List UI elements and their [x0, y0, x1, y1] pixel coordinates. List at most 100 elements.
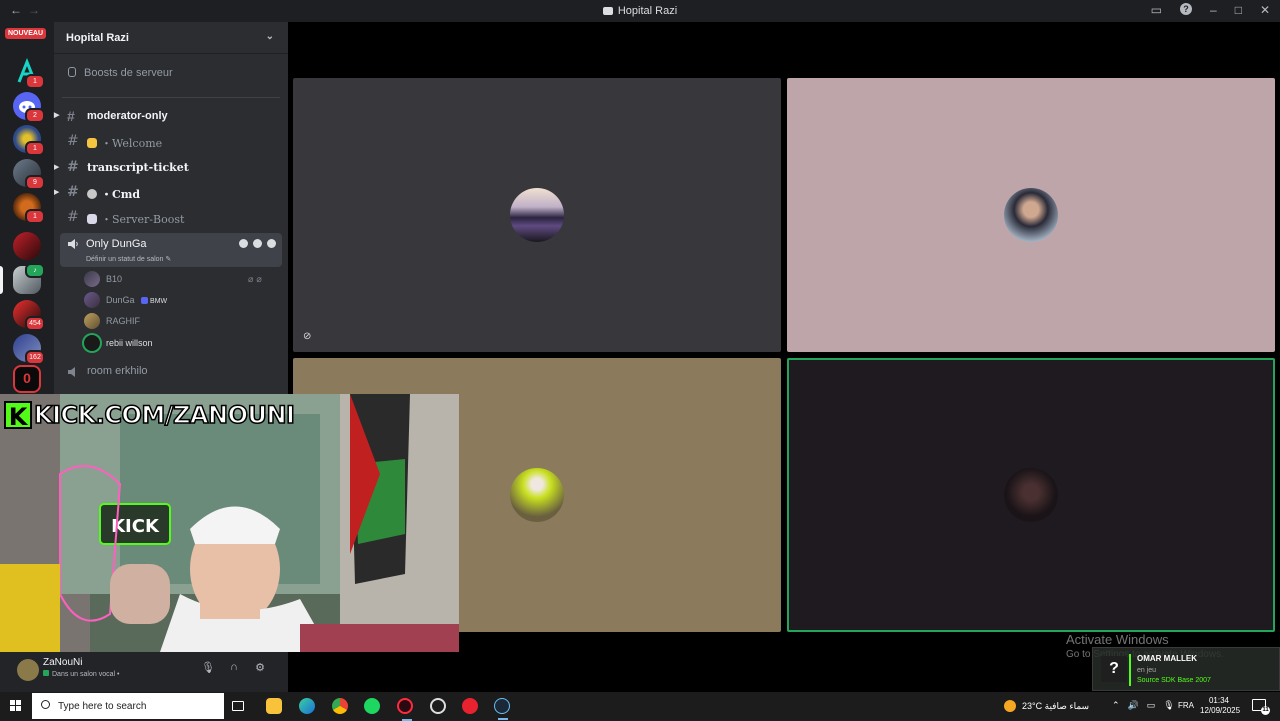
participant-tile[interactable]: ⊘	[293, 78, 781, 352]
hash-icon: #	[67, 108, 75, 124]
pencil-icon: ✎	[165, 256, 172, 263]
headphones-icon[interactable]: ∩	[228, 661, 240, 673]
wave-emoji-icon	[87, 138, 97, 148]
hash-icon: #	[67, 184, 79, 200]
rocket-emoji-icon	[87, 214, 97, 224]
divider	[62, 97, 280, 98]
network-icon[interactable]: ▭	[1147, 700, 1156, 711]
windows-start-icon[interactable]	[10, 700, 22, 712]
close-button[interactable]: ✕	[1260, 3, 1270, 17]
notification-center-icon[interactable]: 11	[1252, 699, 1270, 715]
game-activity-toast[interactable]: ? OMAR MALLEK en jeu Source SDK Base 200…	[1092, 647, 1280, 691]
task-view-icon[interactable]	[232, 701, 244, 711]
webcam-image: KICK	[0, 394, 459, 652]
unknown-game-icon: ?	[1101, 656, 1127, 682]
signal-icon	[43, 670, 49, 676]
server-icon-4[interactable]: 1	[13, 125, 45, 156]
participant-tile[interactable]	[787, 358, 1275, 632]
svg-text:KICK: KICK	[111, 516, 160, 537]
red-app-icon[interactable]	[462, 698, 478, 714]
server-icon-discord[interactable]: 2	[13, 92, 45, 123]
channel-server-boost[interactable]: # ・Server-Boost	[60, 207, 282, 229]
camera-off-icon: ⊘	[303, 331, 312, 342]
server-icon-7[interactable]	[13, 232, 41, 260]
mic-icon[interactable]: 🎙	[1163, 700, 1174, 711]
volume-icon[interactable]: 🔊	[1128, 700, 1139, 711]
inbox-icon[interactable]: ▭	[1151, 3, 1162, 17]
server-icon-a[interactable]: 1	[13, 57, 45, 89]
steam-icon[interactable]	[494, 698, 510, 720]
file-explorer-icon[interactable]	[266, 698, 282, 714]
webcam-overlay: KICK K KICK.COM/ZANOUNI	[0, 394, 459, 652]
status-bar	[1129, 654, 1131, 686]
user-voice-status: Dans un salon vocal •	[43, 670, 119, 678]
kick-url: KICK.COM/ZANOUNI	[33, 400, 295, 430]
bmw-icon	[141, 297, 149, 304]
voice-member[interactable]: RAGHIF	[84, 312, 140, 332]
taskbar-search[interactable]: Type here to search	[32, 693, 224, 719]
new-badge: NOUVEAU	[5, 28, 47, 39]
voice-channel-only-dunga[interactable]: Only DunGa Définir un statut de salon ✎	[60, 233, 282, 267]
voice-member[interactable]: rebii willson	[84, 334, 153, 354]
system-tray: ⌃ 🔊 ▭ 🎙	[1112, 700, 1175, 711]
hash-icon: #	[67, 159, 79, 175]
chevron-down-icon: ⌄	[265, 31, 274, 42]
minimize-button[interactable]: –	[1210, 3, 1217, 17]
kick-banner: K KICK.COM/ZANOUNI	[4, 400, 296, 431]
clock[interactable]: 01:34 12/09/2025	[1200, 696, 1240, 716]
window-title: Hopital Razi	[0, 5, 1280, 17]
title-bar: ← → Hopital Razi ▭ ? – □ ✕	[0, 0, 1280, 22]
invite-icon[interactable]	[253, 239, 262, 248]
avatar	[510, 468, 564, 522]
expand-arrow-icon: ▶	[54, 162, 60, 171]
muted-deafened-icon: ⌀⌀	[248, 274, 265, 284]
clan-tag: BMW	[141, 297, 167, 305]
microphone-icon[interactable]: 🎙	[201, 661, 215, 674]
server-icon-5[interactable]: 9	[13, 159, 45, 190]
maximize-button[interactable]: □	[1235, 3, 1242, 17]
channel-transcript-ticket[interactable]: ▶ # transcript-ticket	[54, 157, 282, 179]
hash-icon: #	[67, 209, 79, 225]
avatar	[510, 188, 564, 242]
edge-icon[interactable]	[299, 698, 315, 714]
chat-icon[interactable]	[239, 239, 248, 248]
server-icon-11[interactable]: 0	[13, 365, 41, 393]
user-avatar[interactable]	[17, 659, 39, 681]
voice-channel-room-erkhilo[interactable]: room erkhilo	[60, 361, 282, 383]
server-boosts[interactable]: Boosts de serveur	[68, 67, 173, 79]
weather-icon	[1004, 700, 1016, 712]
weather-widget[interactable]: 23°C سماء صافية	[1004, 700, 1089, 712]
voice-member[interactable]: B10 ⌀⌀	[84, 270, 262, 290]
skull-emoji-icon	[87, 189, 97, 199]
gauge-app-icon[interactable]	[430, 698, 446, 714]
voice-member[interactable]: DunGa BMW	[84, 291, 167, 311]
set-status-link[interactable]: Définir un statut de salon ✎	[86, 255, 171, 263]
avatar	[84, 292, 100, 308]
search-icon	[41, 700, 50, 709]
server-icon-6[interactable]: 1	[13, 193, 45, 224]
server-icon-9[interactable]: 454	[13, 300, 45, 331]
avatar	[84, 335, 100, 351]
chrome-icon[interactable]	[332, 698, 348, 714]
server-icon-10[interactable]: 162	[13, 334, 45, 365]
spotify-icon[interactable]	[364, 698, 380, 714]
kick-logo-icon: K	[4, 401, 32, 431]
gear-icon[interactable]	[267, 239, 276, 248]
username: ZaNouNi	[43, 657, 83, 668]
speaker-icon	[68, 239, 78, 249]
language-indicator[interactable]: FRA	[1178, 701, 1194, 710]
participant-tile[interactable]	[787, 78, 1275, 352]
channel-cmd[interactable]: ▶ # ・Cmd	[54, 182, 282, 204]
settings-gear-icon[interactable]: ⚙	[254, 661, 266, 674]
server-icon-hopital-razi[interactable]: ♪	[13, 263, 45, 294]
guild-header[interactable]: Hopital Razi ⌄	[54, 22, 288, 54]
window-icon	[602, 7, 613, 16]
channel-welcome[interactable]: # ・Welcome	[60, 131, 282, 153]
chevron-up-icon[interactable]: ⌃	[1112, 700, 1120, 711]
speaker-icon	[68, 367, 75, 377]
help-icon[interactable]: ?	[1180, 3, 1192, 15]
opera-gx-icon[interactable]	[397, 698, 413, 721]
hash-icon: #	[67, 133, 79, 149]
channel-moderator-only[interactable]: ▶ # moderator-only	[54, 106, 282, 128]
taskbar: Type here to search 23°C سماء صافية ⌃ 🔊 …	[0, 692, 1280, 721]
